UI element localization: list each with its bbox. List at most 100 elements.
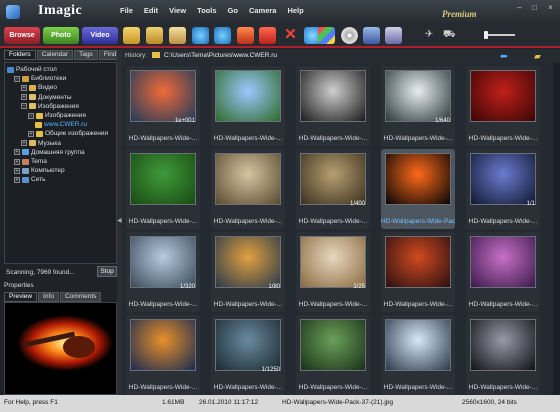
thumbnail-image: [470, 70, 536, 122]
thumbnail-item[interactable]: HD-Wallpapers-Wide-...: [296, 315, 370, 395]
tree-node[interactable]: + Компьютер: [14, 166, 65, 175]
thumbnail-item[interactable]: HD-Wallpapers-Wide-Pack: [381, 149, 455, 229]
folder-tree[interactable]: Рабочий стол − Библиотеки + Видео + Документы −…: [4, 62, 117, 264]
tree-node[interactable]: + Домашняя группа: [14, 148, 85, 157]
slideshow-icon[interactable]: [318, 27, 335, 44]
zoom-slider[interactable]: [485, 34, 515, 36]
collapse-icon[interactable]: −: [14, 75, 20, 82]
tab-folders[interactable]: Folders: [4, 50, 36, 60]
tree-node[interactable]: + Tema: [14, 157, 47, 166]
rotate-right-icon[interactable]: [214, 27, 231, 44]
expand-icon[interactable]: +: [28, 130, 34, 137]
menu-go[interactable]: Go: [228, 6, 238, 15]
expand-icon[interactable]: +: [14, 149, 20, 156]
edit-icon[interactable]: [237, 27, 254, 44]
menu-camera[interactable]: Camera: [249, 6, 277, 15]
thumbnail-item[interactable]: HD-Wallpapers-Wide-...: [211, 66, 285, 146]
cart-icon[interactable]: ⛟: [443, 27, 456, 44]
menu-tools[interactable]: Tools: [197, 6, 216, 15]
thumbnail-item[interactable]: HD-Wallpapers-Wide-...: [466, 66, 540, 146]
thumbnail-image: [215, 236, 281, 288]
tree-node[interactable]: www.CWER.ru: [35, 120, 87, 129]
accent-divider: [0, 46, 560, 48]
tree-node[interactable]: − Изображения: [21, 102, 79, 111]
tab-calendar[interactable]: Calendar: [36, 50, 74, 60]
video-mode-button[interactable]: Video: [82, 27, 118, 44]
browse-mode-button[interactable]: Browse: [4, 27, 40, 44]
thumbnail-item[interactable]: HD-Wallpapers-Wide-...: [381, 315, 455, 395]
expand-icon[interactable]: +: [21, 140, 27, 147]
thumbnail-item[interactable]: 1/640 HD-Wallpapers-Wide-...: [381, 66, 455, 146]
tab-comments[interactable]: Comments: [59, 292, 102, 302]
menu-help[interactable]: Help: [287, 6, 303, 15]
tree-node[interactable]: + Видео: [21, 83, 57, 92]
email-icon[interactable]: [385, 27, 402, 44]
desktop-icon: [7, 66, 14, 73]
maximize-icon[interactable]: □: [529, 3, 540, 13]
thumbnail-item[interactable]: 1/1250 HD-Wallpapers-Wide-...: [211, 315, 285, 395]
expand-icon[interactable]: +: [14, 158, 20, 165]
back-arrow-icon[interactable]: ⬅: [500, 51, 508, 62]
stop-button[interactable]: Stop: [97, 266, 117, 277]
close-icon[interactable]: ×: [545, 3, 556, 13]
delete-icon[interactable]: ✕: [282, 27, 299, 44]
tree-node[interactable]: + Документы: [21, 93, 72, 102]
thumbnail-item[interactable]: 1/400 HD-Wallpapers-Wide-...: [296, 149, 370, 229]
properties-tabs: Preview Info Comments: [4, 292, 102, 302]
thumbnail-image: [130, 236, 196, 288]
thumbnail-caption: HD-Wallpapers-Wide-...: [128, 135, 198, 142]
music-folder-icon: [29, 140, 36, 147]
copy-icon[interactable]: [169, 27, 186, 44]
expand-icon[interactable]: +: [21, 94, 27, 101]
homegroup-icon: [22, 149, 29, 156]
menu-file[interactable]: File: [120, 6, 133, 15]
thumbnail-item[interactable]: HD-Wallpapers-Wide-...: [381, 232, 455, 312]
tree-node[interactable]: + Сеть: [14, 175, 45, 184]
tag-red-icon[interactable]: [259, 27, 276, 44]
zoom-slider-handle[interactable]: [484, 31, 488, 39]
tree-node[interactable]: − Изображения: [28, 111, 86, 120]
thumbnail-item[interactable]: HD-Wallpapers-Wide-...: [211, 149, 285, 229]
thumbnail-item[interactable]: HD-Wallpapers-Wide-...: [466, 315, 540, 395]
tree-node[interactable]: Рабочий стол: [7, 65, 57, 74]
thumbnail-item[interactable]: 1e+001 HD-Wallpapers-Wide-...: [126, 66, 200, 146]
up-folder-icon[interactable]: ▰: [534, 51, 541, 62]
browse-folder-icon[interactable]: [146, 27, 163, 44]
thumbnail-item[interactable]: 1/320 HD-Wallpapers-Wide-...: [126, 232, 200, 312]
expand-icon[interactable]: +: [21, 84, 27, 91]
cd-icon[interactable]: [341, 27, 358, 44]
thumbnail-item[interactable]: HD-Wallpapers-Wide-...: [126, 149, 200, 229]
tree-node-label: Документы: [38, 93, 72, 101]
tree-node[interactable]: + Музыка: [21, 139, 61, 148]
grid-scrollbar[interactable]: [553, 63, 560, 395]
tab-tags[interactable]: Tags: [74, 50, 98, 60]
menu-view[interactable]: View: [169, 6, 186, 15]
folder-icon: [36, 112, 43, 119]
app-title: Imagic: [38, 3, 83, 18]
thumbnail-caption: HD-Wallpapers-Wide-...: [213, 218, 283, 225]
rotate-left-icon[interactable]: [192, 27, 209, 44]
folder-icon: [35, 121, 42, 128]
open-folder-icon[interactable]: [123, 27, 140, 44]
thumbnail-item[interactable]: HD-Wallpapers-Wide-...: [126, 315, 200, 395]
thumbnail-item[interactable]: 1/80 HD-Wallpapers-Wide-...: [211, 232, 285, 312]
tab-preview[interactable]: Preview: [4, 292, 38, 302]
tab-info[interactable]: Info: [38, 292, 59, 302]
tree-node[interactable]: − Библиотеки: [14, 74, 66, 83]
minimize-icon[interactable]: –: [514, 3, 525, 13]
menu-edit[interactable]: Edit: [144, 6, 158, 15]
tree-node[interactable]: + Общие изображения: [28, 129, 108, 138]
collapse-icon[interactable]: −: [21, 103, 27, 110]
print-icon[interactable]: [363, 27, 380, 44]
tag-icon[interactable]: ✈: [425, 27, 436, 44]
collapse-icon[interactable]: −: [28, 112, 34, 119]
photo-mode-button[interactable]: Photo: [43, 27, 79, 44]
thumbnail-item[interactable]: 1/25 HD-Wallpapers-Wide-...: [296, 232, 370, 312]
thumbnail-item[interactable]: HD-Wallpapers-Wide-...: [296, 66, 370, 146]
collapse-arrow-icon[interactable]: ◀: [117, 217, 122, 224]
expand-icon[interactable]: +: [14, 167, 20, 174]
thumbnail-item[interactable]: 1/1 HD-Wallpapers-Wide-...: [466, 149, 540, 229]
expand-icon[interactable]: +: [14, 176, 20, 183]
thumbnail-image: [215, 70, 281, 122]
thumbnail-item[interactable]: HD-Wallpapers-Wide-...: [466, 232, 540, 312]
